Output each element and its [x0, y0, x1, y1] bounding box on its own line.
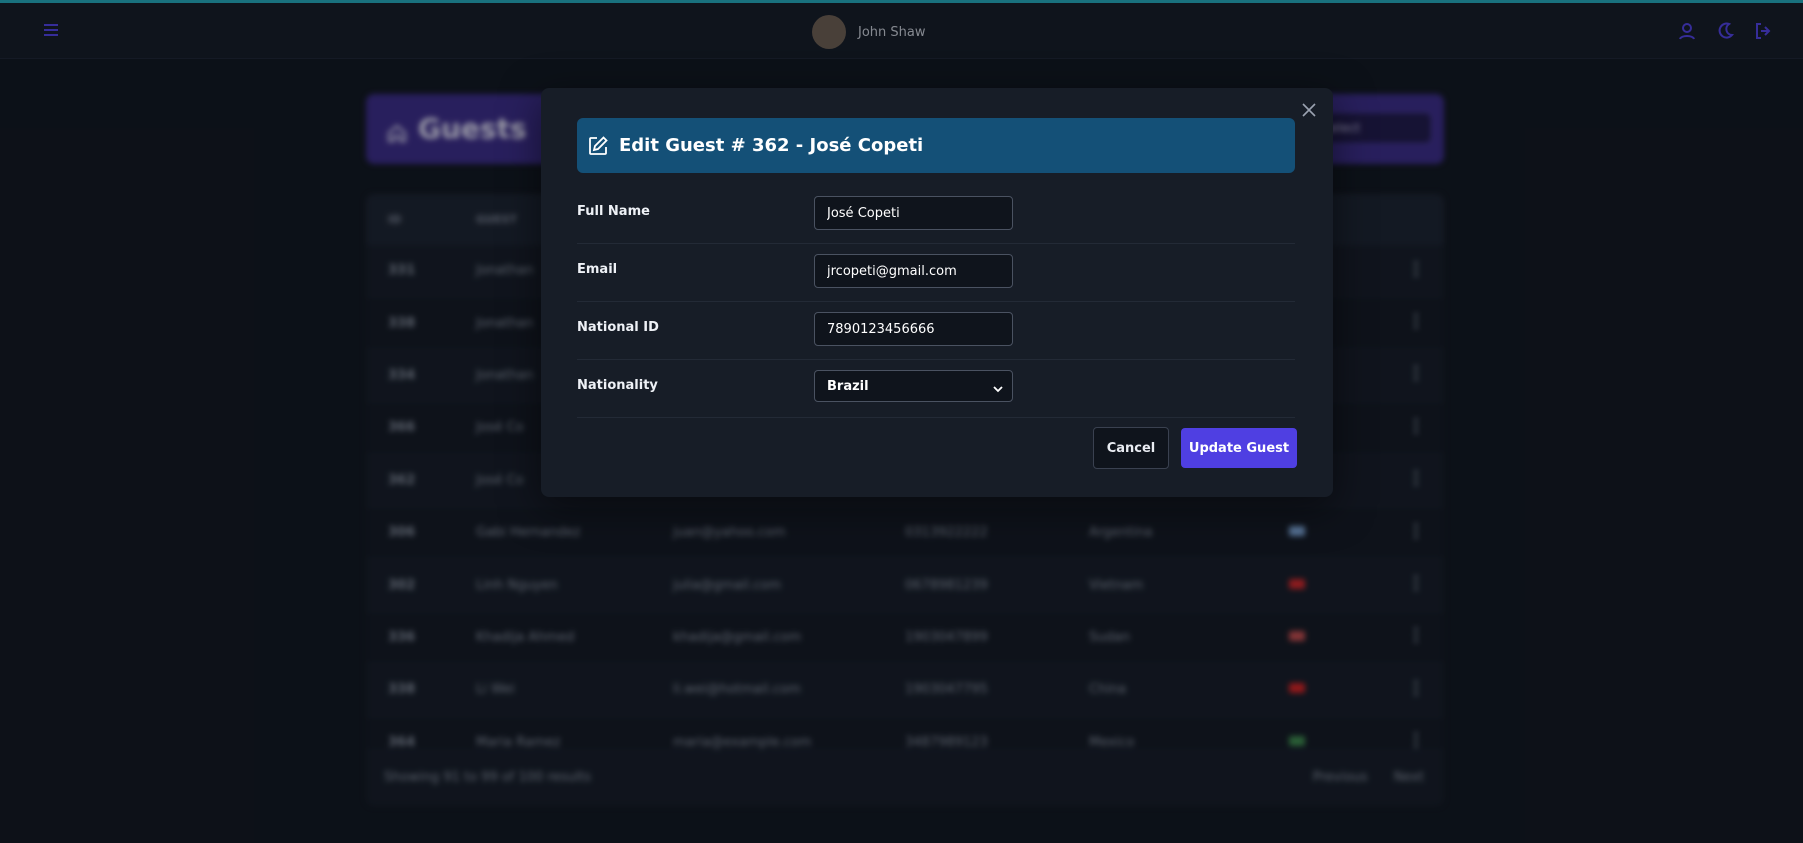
national-id-label: National ID	[577, 320, 659, 335]
full-name-label: Full Name	[577, 204, 650, 219]
email-label: Email	[577, 262, 618, 277]
modal-actions: Cancel Update Guest	[1093, 427, 1297, 469]
guest-form: Full Name Email National ID Nationality …	[577, 186, 1295, 418]
modal-title: Edit Guest # 362 - José Copeti	[619, 135, 924, 156]
national-id-input[interactable]	[814, 312, 1013, 346]
chevron-down-icon	[992, 380, 1004, 393]
email-row: Email	[577, 244, 1295, 302]
nationality-select[interactable]: Brazil	[814, 370, 1013, 402]
close-icon[interactable]	[1301, 102, 1317, 118]
nationality-value: Brazil	[827, 378, 869, 394]
email-field[interactable]	[814, 254, 1013, 288]
nationality-row: Nationality Brazil	[577, 360, 1295, 418]
nationality-label: Nationality	[577, 378, 658, 393]
edit-icon	[587, 135, 609, 157]
modal-header: Edit Guest # 362 - José Copeti	[577, 118, 1295, 173]
cancel-button[interactable]: Cancel	[1093, 427, 1169, 469]
full-name-input[interactable]	[814, 196, 1013, 230]
update-guest-button[interactable]: Update Guest	[1181, 428, 1297, 468]
edit-guest-modal: Edit Guest # 362 - José Copeti Full Name…	[541, 88, 1333, 497]
full-name-row: Full Name	[577, 186, 1295, 244]
national-id-row: National ID	[577, 302, 1295, 360]
